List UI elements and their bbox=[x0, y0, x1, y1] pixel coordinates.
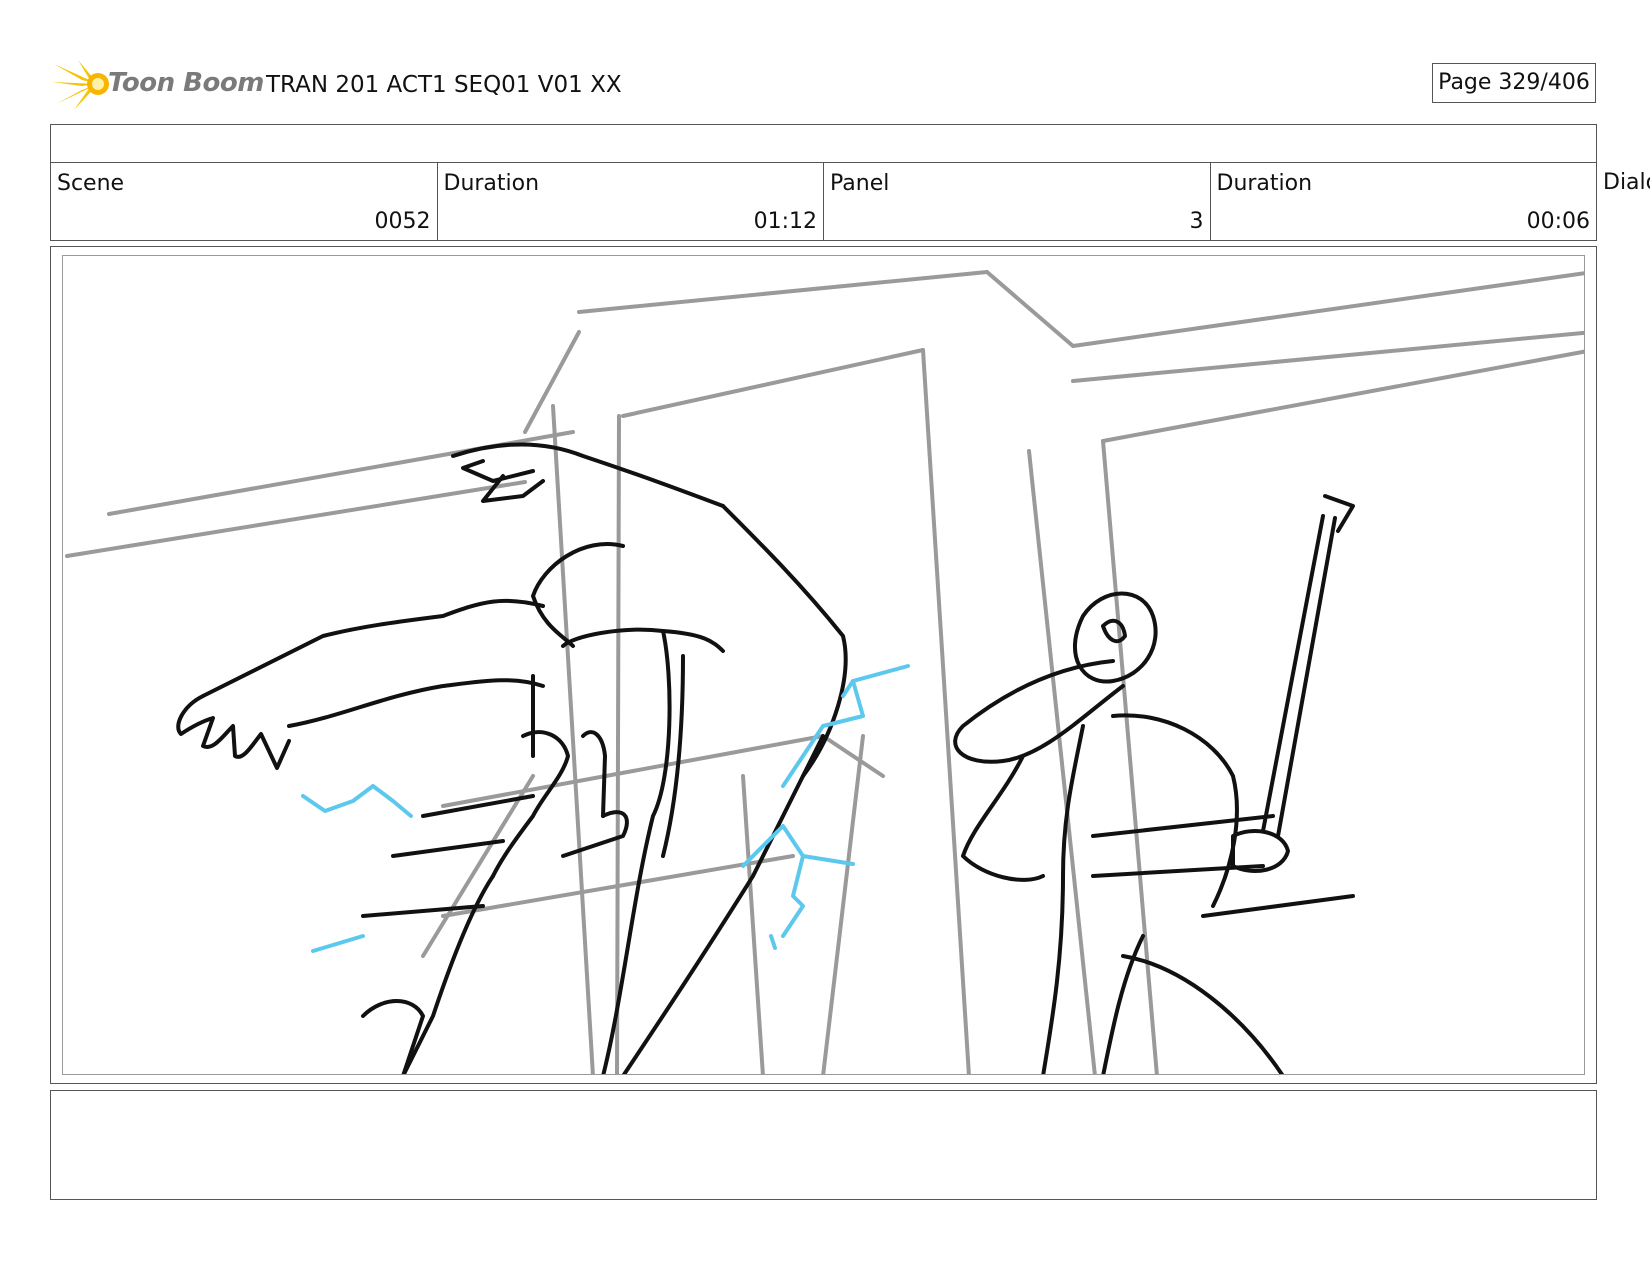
panel-duration-label: Duration bbox=[1216, 171, 1313, 196]
document-title: TRAN 201 ACT1 SEQ01 V01 XX bbox=[266, 72, 622, 98]
scene-label: Scene bbox=[57, 171, 125, 196]
storyboard-sketch bbox=[62, 255, 1585, 1075]
panel-duration-field: Duration 00:06 bbox=[1210, 162, 1596, 240]
panel-value: 3 bbox=[1189, 209, 1204, 234]
dialogue-label-clipped: Dialo bbox=[1603, 170, 1650, 195]
panel-field: Panel 3 bbox=[824, 162, 1211, 240]
scene-duration-label: Duration bbox=[443, 171, 540, 196]
scene-duration-field: Duration 01:12 bbox=[437, 162, 824, 240]
logo-wordmark: Toon Boom bbox=[108, 68, 264, 98]
sketch-drawing bbox=[65, 270, 1584, 1074]
header-blank-row bbox=[50, 124, 1597, 163]
page-indicator: Page 329/406 bbox=[1432, 63, 1596, 103]
scene-value: 0052 bbox=[374, 209, 431, 234]
panel-label: Panel bbox=[830, 171, 890, 196]
scene-duration-value: 01:12 bbox=[753, 209, 817, 234]
panel-info-fields: Scene 0052 Duration 01:12 Panel 3 Durati… bbox=[50, 162, 1597, 241]
scene-field: Scene 0052 bbox=[51, 162, 438, 240]
panel-duration-value: 00:06 bbox=[1526, 209, 1590, 234]
notes-box bbox=[50, 1090, 1597, 1200]
